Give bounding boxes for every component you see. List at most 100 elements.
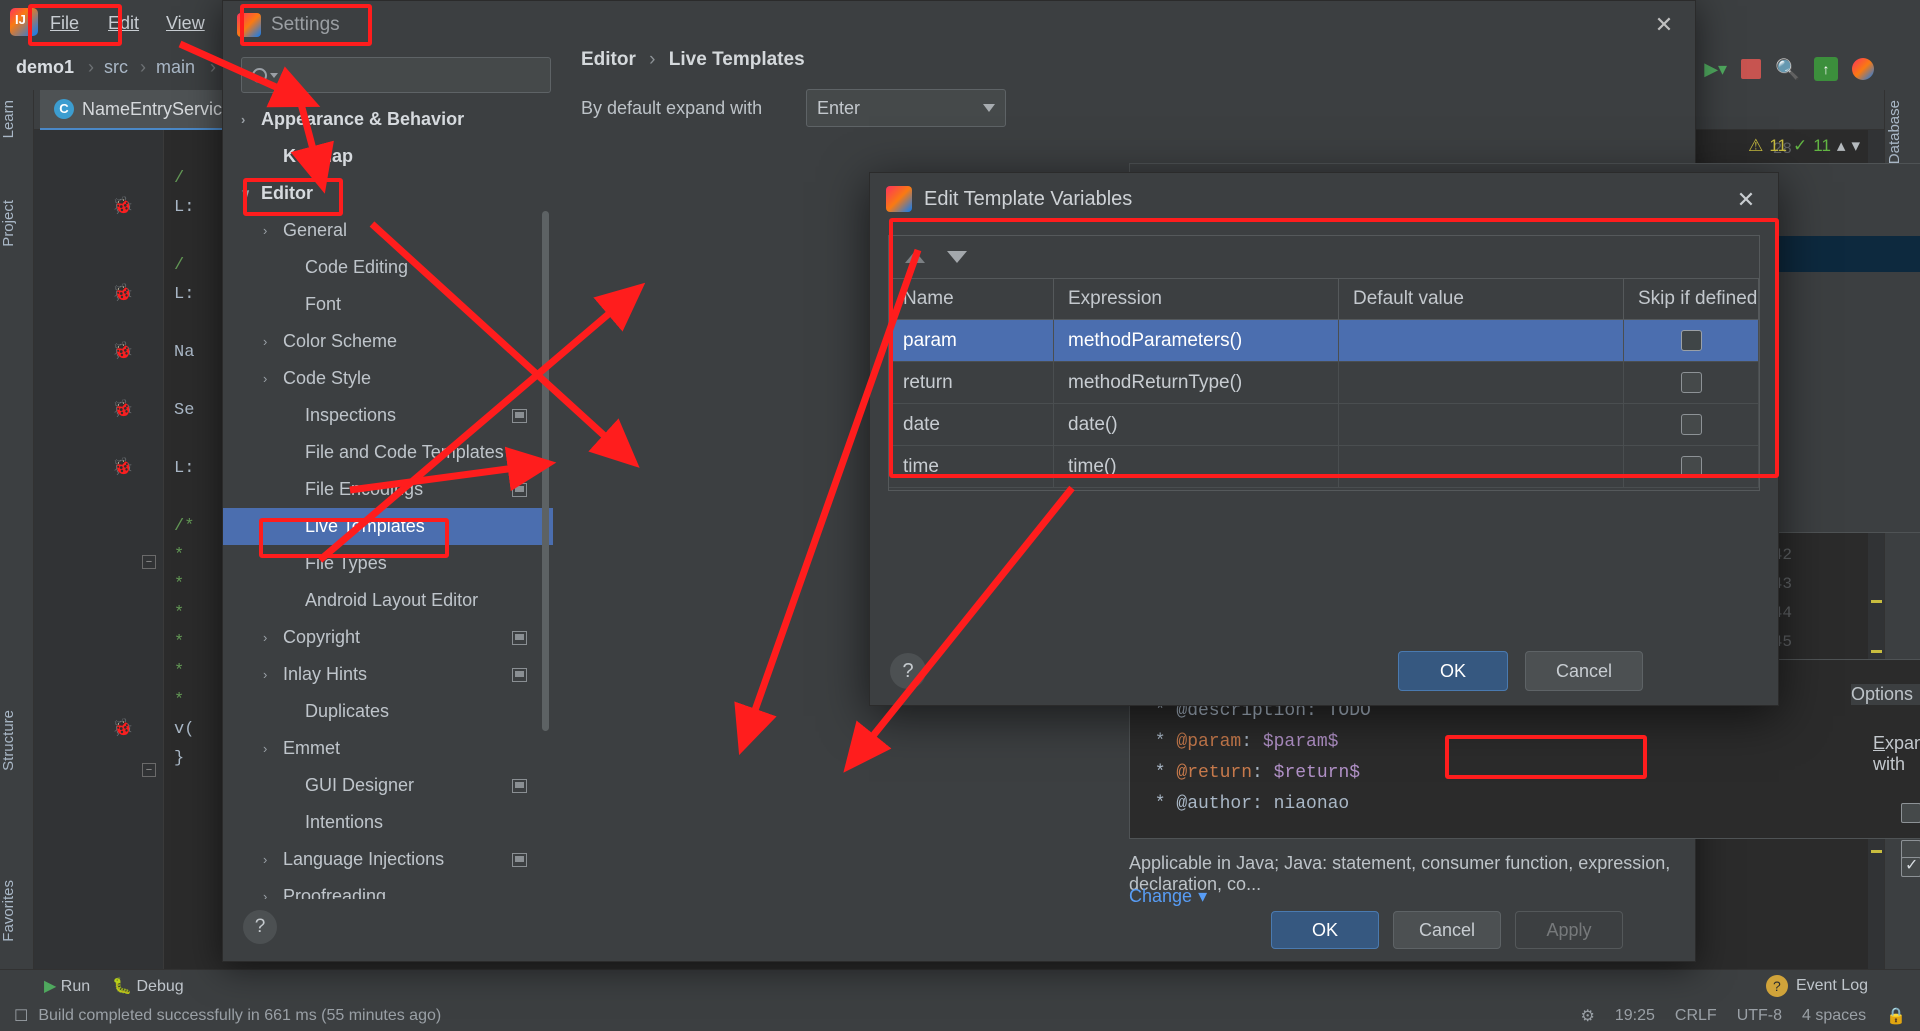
search-everywhere-icon[interactable]: 🔍 [1775, 57, 1800, 82]
chevron-down-icon[interactable]: ∨ [241, 186, 261, 202]
chevron-right-icon[interactable]: › [263, 223, 283, 238]
event-log-button[interactable]: ? Event Log [1765, 975, 1868, 997]
settings-tree-item-editor[interactable]: ∨ Editor [223, 175, 553, 212]
variable-name-cell[interactable]: date [889, 404, 1054, 445]
settings-tree-item-general[interactable]: › General [223, 212, 553, 249]
settings-ok-button[interactable]: OK [1271, 911, 1379, 949]
column-header-expression[interactable]: Expression [1054, 279, 1339, 319]
menu-file[interactable]: File [40, 8, 89, 38]
settings-tree-item-intentions[interactable]: Intentions [223, 804, 553, 841]
variable-expression-cell[interactable]: methodReturnType() [1054, 362, 1339, 403]
breadcrumb-demo1[interactable]: demo1 [16, 57, 74, 78]
search-dropdown-icon[interactable] [270, 72, 278, 78]
settings-gear-icon[interactable]: ⚙ [1581, 1006, 1595, 1026]
stop-icon[interactable] [1741, 59, 1762, 79]
variable-default-cell[interactable] [1339, 362, 1624, 403]
settings-tree-item-code-style[interactable]: › Code Style [223, 360, 553, 397]
tool-project[interactable]: Project [0, 200, 34, 247]
move-up-icon[interactable] [905, 251, 925, 263]
settings-tree-scrollbar[interactable] [542, 211, 549, 731]
skip-if-defined-checkbox[interactable] [1680, 330, 1702, 351]
settings-search-box[interactable] [241, 57, 551, 93]
settings-tree-item-keymap[interactable]: Keymap [223, 138, 553, 175]
line-separator[interactable]: CRLF [1675, 1007, 1717, 1025]
variable-expression-cell[interactable]: time() [1054, 446, 1339, 487]
default-expand-combo[interactable]: Enter [806, 89, 1006, 127]
settings-tree-item-file-types[interactable]: File Types [223, 545, 553, 582]
chevron-right-icon[interactable]: › [241, 112, 261, 127]
variable-name-cell[interactable]: return [889, 362, 1054, 403]
tool-learn[interactable]: Learn [0, 100, 34, 138]
run-config-icon[interactable]: ▶▾ [1704, 59, 1727, 80]
column-header-skip-if-defined[interactable]: Skip if defined [1624, 279, 1759, 319]
variable-skip-cell[interactable] [1624, 446, 1759, 487]
variable-expression-cell[interactable]: methodParameters() [1054, 320, 1339, 361]
chevron-right-icon[interactable]: › [263, 667, 283, 682]
lock-icon[interactable]: 🔒 [1886, 1006, 1906, 1026]
variable-skip-cell[interactable] [1624, 320, 1759, 361]
variables-table[interactable]: Name Expression Default value Skip if de… [888, 235, 1760, 491]
breakpoint-bug-icon[interactable]: 🐞 [112, 457, 134, 477]
tool-favorites[interactable]: Favorites [0, 880, 34, 942]
breakpoint-bug-icon[interactable]: 🐞 [112, 399, 134, 419]
chevron-down-icon[interactable]: ▾ [1851, 136, 1860, 156]
variable-default-cell[interactable] [1339, 404, 1624, 445]
tool-database[interactable]: Database [1886, 100, 1920, 164]
settings-tree-item-android-layout-editor[interactable]: Android Layout Editor [223, 582, 553, 619]
caret-position[interactable]: 19:25 [1615, 1007, 1655, 1025]
skip-if-defined-checkbox[interactable] [1680, 456, 1702, 477]
tool-structure[interactable]: Structure [0, 710, 34, 771]
variable-default-cell[interactable] [1339, 446, 1624, 487]
variable-row[interactable]: time time() [889, 446, 1759, 488]
chevron-right-icon[interactable]: › [263, 630, 283, 645]
skip-if-defined-checkbox[interactable] [1680, 414, 1702, 435]
editor-tab-nameentryservice[interactable]: C NameEntryServic [40, 90, 237, 130]
variable-name-cell[interactable]: param [889, 320, 1054, 361]
settings-cancel-button[interactable]: Cancel [1393, 911, 1501, 949]
settings-category-tree[interactable]: › Appearance & Behavior Keymap ∨ Editor › Gene… [223, 101, 553, 899]
menu-view[interactable]: View [156, 8, 215, 38]
help-icon[interactable]: ? [243, 910, 277, 944]
variable-default-cell[interactable] [1339, 320, 1624, 361]
column-header-default-value[interactable]: Default value [1339, 279, 1624, 319]
settings-tree-item-font[interactable]: Font [223, 286, 553, 323]
ide-assistant-icon[interactable] [1852, 58, 1874, 80]
settings-tree-item-copyright[interactable]: › Copyright [223, 619, 553, 656]
breadcrumb-src[interactable]: src [104, 57, 128, 78]
settings-tree-item-code-editing[interactable]: Code Editing [223, 249, 553, 286]
breakpoint-bug-icon[interactable]: 🐞 [112, 718, 134, 738]
column-header-name[interactable]: Name [889, 279, 1054, 319]
indent-setting[interactable]: 4 spaces [1802, 1007, 1866, 1025]
settings-tree-item-duplicates[interactable]: Duplicates [223, 693, 553, 730]
update-project-icon[interactable]: ↑ [1814, 57, 1838, 81]
debug-button[interactable]: 🐛 Debug [112, 976, 184, 996]
settings-tree-item-inlay-hints[interactable]: › Inlay Hints [223, 656, 553, 693]
variable-name-cell[interactable]: time [889, 446, 1054, 487]
settings-tree-item-file-encodings[interactable]: File Encodings [223, 471, 553, 508]
breakpoint-bug-icon[interactable]: 🐞 [112, 283, 134, 303]
settings-tree-item-live-templates[interactable]: Live Templates [223, 508, 553, 545]
chevron-right-icon[interactable]: › [263, 889, 283, 899]
settings-tree-item-emmet[interactable]: › Emmet [223, 730, 553, 767]
option-checkbox-row[interactable]: Shorten FQ names [1901, 835, 1920, 898]
variable-row[interactable]: param methodParameters() [889, 320, 1759, 362]
variable-row[interactable]: return methodReturnType() [889, 362, 1759, 404]
run-button[interactable]: ▶ Run [44, 976, 90, 996]
code-fold-47-icon[interactable]: − [142, 763, 156, 777]
move-down-icon[interactable] [947, 251, 967, 263]
variable-skip-cell[interactable] [1624, 404, 1759, 445]
chevron-right-icon[interactable]: › [263, 334, 283, 349]
skip-if-defined-checkbox[interactable] [1680, 372, 1702, 393]
etv-cancel-button[interactable]: Cancel [1525, 651, 1643, 691]
variable-skip-cell[interactable] [1624, 362, 1759, 403]
settings-tree-item-file-and-code-templates[interactable]: File and Code Templates [223, 434, 553, 471]
settings-search-input[interactable] [284, 65, 550, 85]
chevron-right-icon[interactable]: › [263, 852, 283, 867]
settings-tree-item-appearance-behavior[interactable]: › Appearance & Behavior [223, 101, 553, 138]
breakpoint-bug-icon[interactable]: 🐞 [112, 341, 134, 361]
code-fold-41-icon[interactable]: − [142, 555, 156, 569]
inspection-widget[interactable]: ⚠ 11 ✓ 11 ▴ ▾ [1748, 136, 1860, 156]
settings-tree-item-inspections[interactable]: Inspections [223, 397, 553, 434]
breadcrumb-main[interactable]: main [156, 57, 195, 78]
settings-tree-item-proofreading[interactable]: › Proofreading [223, 878, 553, 899]
